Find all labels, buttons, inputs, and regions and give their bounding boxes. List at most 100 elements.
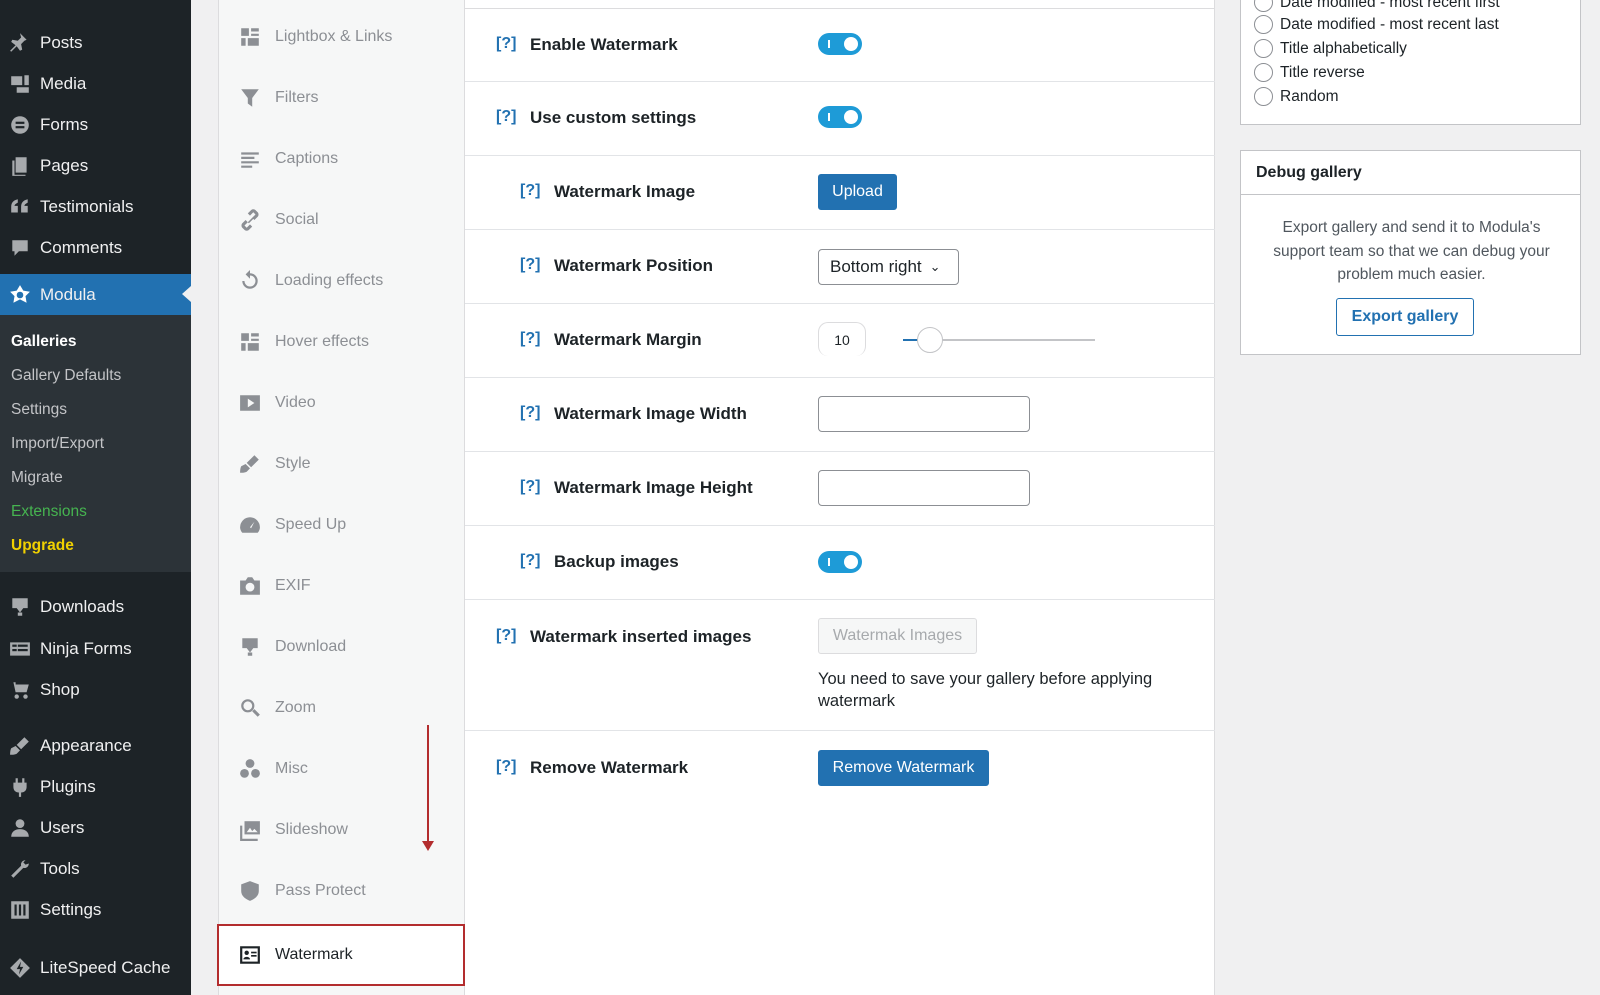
menu-item-testimonials[interactable]: Testimonials [0,187,191,227]
tab-social[interactable]: Social [219,192,464,248]
menu-item-posts[interactable]: Posts [0,23,191,63]
sort-option-title-alphabetically[interactable]: Title alphabetically [1254,39,1407,58]
submenu-galleries[interactable]: Galleries [11,333,77,351]
tab-video[interactable]: Video [219,375,464,431]
tab-pass-protect[interactable]: Pass Protect [219,863,464,919]
export-gallery-button[interactable]: Export gallery [1336,298,1474,336]
cart-icon [0,679,40,701]
menu-item-downloads[interactable]: Downloads [0,587,191,627]
submenu-import-export[interactable]: Import/Export [11,435,104,453]
help-link[interactable]: [?] [496,758,516,776]
help-link[interactable]: [?] [520,256,540,274]
grid-icon [239,331,261,353]
tab-download[interactable]: Download [219,619,464,675]
menu-item-pages[interactable]: Pages [0,146,191,186]
submenu-settings[interactable]: Settings [11,401,67,419]
menu-item-comments[interactable]: Comments [0,228,191,268]
field-label: Watermark Image Height [554,478,753,497]
row-watermark-image: [?] Watermark Image Upload [465,156,1215,230]
help-link[interactable]: [?] [496,108,516,126]
field-label: Backup images [554,552,679,571]
enable-watermark-toggle[interactable] [818,33,862,55]
radio-button[interactable] [1254,39,1273,58]
watermark-image-width-input[interactable] [818,396,1030,432]
tab-speed-up[interactable]: Speed Up [219,497,464,553]
sort-order-box: Date modified - most recent first Date m… [1240,0,1581,125]
menu-item-media[interactable]: Media [0,64,191,104]
watermark-margin-input[interactable]: 10 [818,322,866,356]
remove-watermark-button[interactable]: Remove Watermark [818,750,989,786]
forms-icon [0,114,40,136]
menu-item-appearance[interactable]: Appearance [0,726,191,766]
video-icon [239,392,261,414]
admin-sidebar: Posts Media Forms Pages Testimonials Com… [0,0,191,995]
help-link[interactable]: [?] [520,404,540,422]
link-icon [239,209,261,231]
radio-button[interactable] [1254,0,1273,12]
sort-option-title-reverse[interactable]: Title reverse [1254,63,1365,82]
text-lines-icon [239,148,261,170]
field-label: Watermark Image [554,182,696,201]
chevron-down-icon: ⌄ [929,259,941,274]
sort-option-random[interactable]: Random [1254,87,1339,106]
radio-button[interactable] [1254,87,1273,106]
reload-icon [239,270,261,292]
menu-item-ninja-forms[interactable]: Ninja Forms [0,629,191,669]
media-icon [0,73,40,95]
slider-thumb[interactable] [917,327,943,353]
tab-hover-effects[interactable]: Hover effects [219,314,464,370]
menu-item-modula[interactable]: Modula [0,274,191,316]
submenu-extensions[interactable]: Extensions [11,503,87,521]
circles-icon [239,758,261,780]
watermark-position-select[interactable]: Bottom right ⌄ [818,249,959,285]
field-label: Watermark inserted images [530,627,752,646]
menu-item-shop[interactable]: Shop [0,670,191,710]
menu-item-litespeed-cache[interactable]: LiteSpeed Cache [0,948,191,988]
help-link[interactable]: [?] [520,552,540,570]
help-link[interactable]: [?] [520,478,540,496]
tab-lightbox-links[interactable]: Lightbox & Links [219,9,464,65]
help-link[interactable]: [?] [496,35,516,53]
sort-option-date-modified-recent-first[interactable]: Date modified - most recent first [1254,0,1500,12]
sort-option-date-modified-recent-last[interactable]: Date modified - most recent last [1254,15,1499,34]
user-icon [0,817,40,839]
pages-icon [0,155,40,177]
upload-button[interactable]: Upload [818,174,897,210]
menu-item-forms[interactable]: Forms [0,105,191,145]
row-backup-images: [?] Backup images [465,526,1215,600]
submenu-migrate[interactable]: Migrate [11,469,63,487]
radio-button[interactable] [1254,63,1273,82]
use-custom-settings-toggle[interactable] [818,106,862,128]
menu-item-users[interactable]: Users [0,808,191,848]
watermark-images-button[interactable]: Watermak Images [818,618,977,654]
brush-icon [239,453,261,475]
row-watermark-inserted-images: [?] Watermark inserted images Watermak I… [465,600,1215,731]
settings-icon [0,899,40,921]
menu-item-settings[interactable]: Settings [0,890,191,930]
images-icon [239,819,261,841]
field-label: Remove Watermark [530,758,689,777]
shield-icon [239,880,261,902]
help-link[interactable]: [?] [496,627,516,645]
tab-watermark[interactable]: Watermark [217,924,465,986]
watermark-settings-panel: [?] Enable Watermark [?] Use custom sett… [465,0,1215,995]
quote-icon [0,196,40,218]
backup-images-toggle[interactable] [818,551,862,573]
help-link[interactable]: [?] [520,182,540,200]
tab-captions[interactable]: Captions [219,131,464,187]
submenu-upgrade[interactable]: Upgrade [11,537,74,555]
tab-style[interactable]: Style [219,436,464,492]
watermark-image-height-input[interactable] [818,470,1030,506]
litespeed-icon [0,957,40,979]
pushpin-icon [0,32,40,54]
radio-button[interactable] [1254,15,1273,34]
tab-filters[interactable]: Filters [219,70,464,126]
menu-item-tools[interactable]: Tools [0,849,191,889]
help-link[interactable]: [?] [520,330,540,348]
menu-item-plugins[interactable]: Plugins [0,767,191,807]
annotation-arrow [422,725,434,851]
field-label: Watermark Image Width [554,404,747,423]
tab-loading-effects[interactable]: Loading effects [219,253,464,309]
tab-exif[interactable]: EXIF [219,558,464,614]
submenu-gallery-defaults[interactable]: Gallery Defaults [11,367,121,385]
